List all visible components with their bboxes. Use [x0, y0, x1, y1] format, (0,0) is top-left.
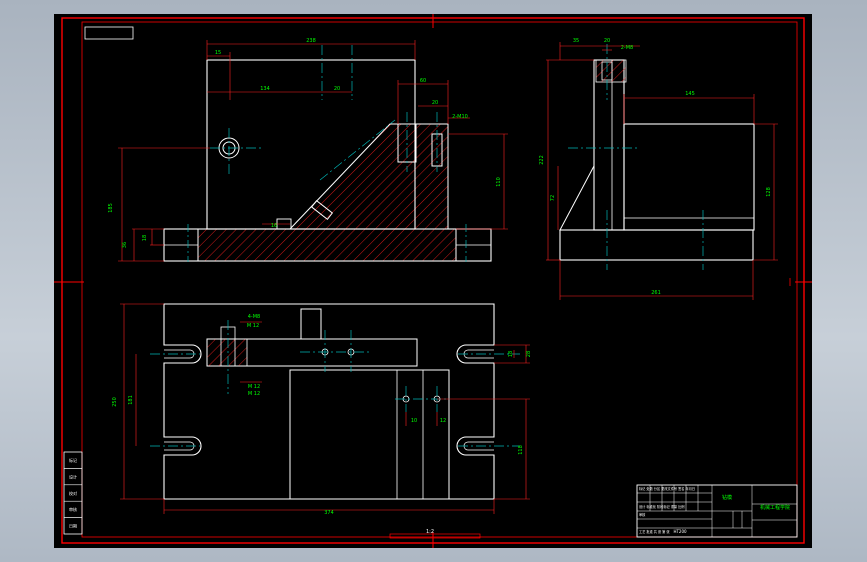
side-dim-thread: 2-M8	[621, 45, 633, 51]
dim-slot: 20	[432, 100, 438, 106]
side-dim-small: 72	[550, 195, 556, 201]
dim-step: 60	[420, 78, 426, 84]
side-dim-top-a: 35	[573, 38, 579, 44]
top-dim-slot-w: 18	[508, 351, 514, 357]
top-dim-slot-w2: 28	[526, 351, 532, 357]
title-row-text: 设计 标准化 阶段标记 重量 比例	[639, 504, 685, 509]
dim-left-offset: 15	[215, 50, 221, 56]
binding-label: 设计	[69, 473, 77, 479]
dim-thread: 2-M10	[452, 114, 468, 120]
title-drawing-name: 钻模	[722, 494, 732, 501]
scale-text: 1:2	[426, 529, 434, 535]
side-dim-height: 222	[539, 155, 545, 165]
title-company: 机械工程学院	[760, 504, 790, 511]
side-dim-top-b: 20	[604, 38, 610, 44]
dim-hole-x2: 20	[334, 86, 340, 92]
title-row-text: 审核	[639, 512, 646, 517]
top-clamp-section	[206, 338, 248, 367]
side-dim-block-h: 128	[766, 187, 772, 197]
top-dim-slot-span: 181	[128, 395, 134, 405]
top-note-1: 4-M8	[248, 314, 260, 320]
title-material: HT200	[673, 529, 687, 534]
top-note-3: M 12	[248, 384, 260, 390]
side-dim-body-w: 145	[685, 91, 695, 97]
cad-drawing-canvas[interactable]: 1:2 标记设计校对审核日期 238 15 134 20 60 20 2-M10…	[0, 0, 867, 562]
dim-height-total: 185	[108, 203, 114, 213]
title-row-text: 工艺 批准 共 张 第 张	[639, 529, 670, 534]
top-dim-hole-a: 10	[411, 418, 417, 424]
dim-chamfer: 16	[271, 223, 277, 229]
title-row-text: 标记 处数 分区 更改文件号 签名 年月日	[639, 486, 695, 491]
drawing-sheet	[54, 14, 812, 548]
top-dim-hole-b: 12	[440, 418, 446, 424]
dim-hole-x: 134	[260, 86, 270, 92]
side-dim-total-w: 261	[651, 290, 661, 296]
binding-label: 校对	[69, 490, 77, 496]
top-note-4: M 12	[248, 391, 260, 397]
side-bush-section	[595, 59, 627, 83]
binding-label: 标记	[69, 457, 77, 463]
binding-label: 日期	[69, 523, 77, 529]
top-dim-offset: 118	[518, 445, 524, 455]
base-section	[198, 229, 456, 261]
top-dim-width: 374	[324, 510, 334, 516]
binding-label: 审核	[69, 506, 77, 512]
dim-base: 36	[122, 242, 128, 248]
dim-base2: 18	[142, 235, 148, 241]
dim-rib: 110	[496, 177, 502, 187]
dim-width-top: 238	[306, 38, 316, 44]
top-dim-depth: 250	[112, 397, 118, 407]
top-note-2: M 12	[247, 323, 259, 329]
